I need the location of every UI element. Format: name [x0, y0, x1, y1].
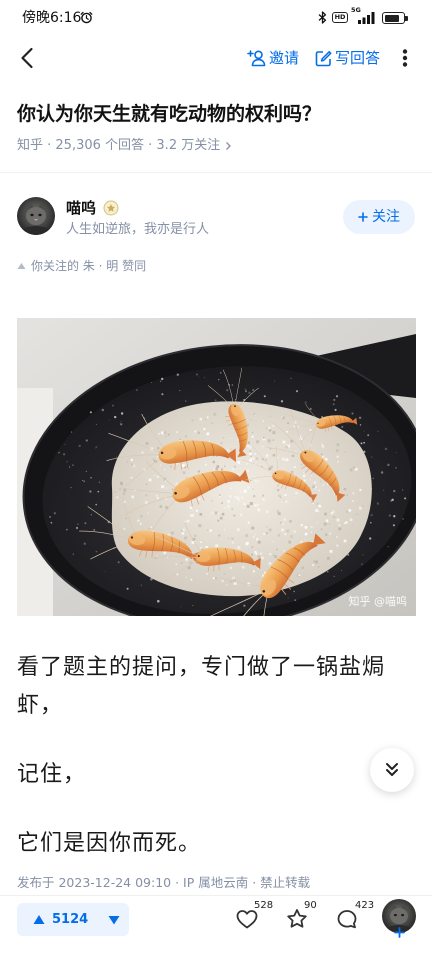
avatar[interactable]	[17, 197, 55, 235]
answer-photo[interactable]: 知乎 @喵呜	[17, 318, 416, 616]
author-bio: 人生如逆旅，我亦是行人	[66, 222, 210, 237]
divider	[0, 172, 432, 173]
badge-icon	[103, 200, 119, 216]
invite-button[interactable]: 邀请	[247, 46, 299, 70]
next-answer-button[interactable]	[370, 748, 414, 792]
write-answer-button[interactable]: 写回答	[315, 46, 380, 70]
author-name[interactable]: 喵呜	[66, 198, 96, 218]
answer-paragraph: 记住，	[17, 762, 87, 787]
answer-body: 看了题主的提问，专门做了一锅盐焗虾， 记住， 它们是因你而死。	[17, 649, 415, 894]
double-chevron-down-icon	[386, 763, 398, 776]
battery-cap	[405, 15, 408, 21]
edit-icon	[315, 50, 332, 66]
photo-drawing: 知乎 @喵呜	[17, 318, 416, 616]
plus-icon	[358, 212, 368, 222]
answer-paragraph: 看了题主的提问，专门做了一锅盐焗虾，	[17, 655, 386, 718]
follow-button[interactable]: 关注	[343, 200, 415, 234]
endorsement: 你关注的 朱 · 明 赞同	[17, 258, 146, 274]
photo-watermark: 知乎 @喵呜	[349, 594, 408, 608]
upvote-icon[interactable]	[33, 914, 45, 925]
favorite-count: 90	[304, 900, 317, 911]
plus-icon[interactable]	[394, 927, 405, 938]
invite-label: 邀请	[269, 49, 300, 67]
chevron-right-icon	[226, 142, 232, 150]
hd-icon: HD	[332, 12, 348, 23]
endorsement-text: 你关注的 朱 · 明 赞同	[31, 259, 147, 273]
downvote-icon[interactable]	[108, 915, 120, 925]
question-meta[interactable]: 知乎 · 25,306 个回答 · 3.2 万关注	[17, 137, 232, 155]
invite-icon	[247, 50, 266, 67]
vote-control: 5124	[17, 903, 129, 936]
more-vertical-icon[interactable]	[402, 49, 408, 67]
status-bar: 傍晚6:16 HD 5G	[0, 0, 432, 36]
question-title[interactable]: 你认为你天生就有吃动物的权利吗？	[17, 101, 417, 127]
bluetooth-icon	[318, 11, 327, 24]
bottom-action-bar: 5124 528 90 423	[0, 895, 432, 960]
question-meta-text: 知乎 · 25,306 个回答 · 3.2 万关注	[17, 138, 221, 153]
signal-icon	[358, 12, 375, 24]
follow-label: 关注	[372, 209, 400, 225]
avatar-image	[17, 197, 55, 235]
like-count: 528	[254, 900, 274, 911]
chevron-left-icon[interactable]	[20, 47, 34, 69]
write-answer-label: 写回答	[335, 49, 381, 67]
vote-count[interactable]: 5124	[52, 911, 88, 928]
battery-level	[384, 14, 399, 22]
status-time: 傍晚6:16	[22, 10, 82, 26]
upvote-triangle-icon	[17, 263, 26, 269]
comment-count: 423	[355, 900, 375, 911]
battery-icon	[382, 12, 405, 24]
answer-paragraph: 它们是因你而死。	[17, 831, 202, 856]
publish-info: 发布于 2023-12-24 09:10 · IP 属地云南 · 禁止转载	[17, 875, 311, 890]
alarm-icon	[80, 11, 93, 24]
